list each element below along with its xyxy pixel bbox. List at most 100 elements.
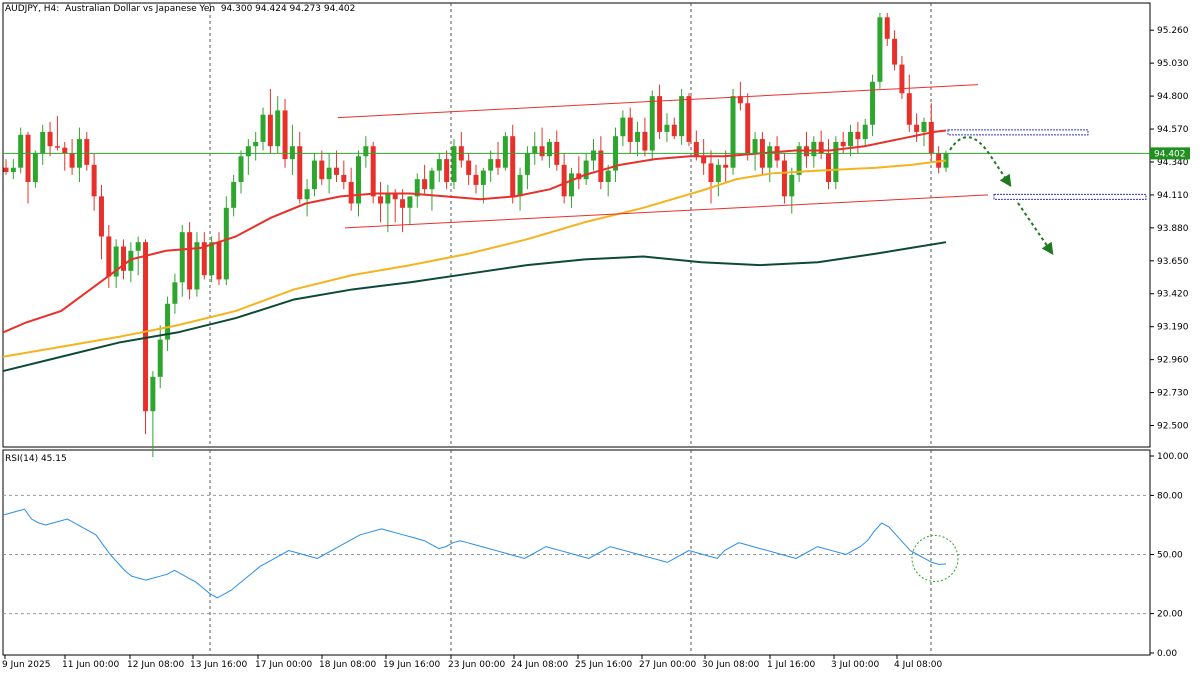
candle-body <box>356 156 361 204</box>
price-tick-label: 93.190 <box>1157 323 1189 333</box>
rsi-header: RSI(14) 45.15 <box>5 454 67 464</box>
rsi-tick-label: 100.00 <box>1157 452 1189 462</box>
candle-body <box>348 182 354 204</box>
candle-body <box>517 174 523 197</box>
candle-body <box>407 196 413 208</box>
candle-body <box>671 124 677 137</box>
candle-body <box>686 96 692 142</box>
candle-body <box>480 170 486 185</box>
candle-body <box>473 174 479 185</box>
candle-body <box>451 146 457 183</box>
candle-body <box>848 131 854 147</box>
candle-body <box>3 167 9 173</box>
x-tick-label: 4 Jul 08:00 <box>894 660 943 670</box>
candle-body <box>150 376 156 412</box>
candle-body <box>870 81 876 125</box>
candle-body <box>422 179 428 190</box>
candle-body <box>914 124 920 132</box>
candle-body <box>664 124 670 132</box>
candle-body <box>209 242 215 276</box>
candle-body <box>187 232 193 290</box>
candle-body <box>245 146 251 157</box>
x-tick-label: 30 Jun 08:00 <box>702 660 759 670</box>
candle-body <box>106 236 112 277</box>
candle-body <box>679 96 685 137</box>
candle-body <box>304 189 310 200</box>
price-tick-label: 93.650 <box>1157 257 1189 267</box>
candle-body <box>47 131 53 147</box>
candle-body <box>906 93 912 125</box>
x-tick-label: 18 Jun 08:00 <box>319 660 376 670</box>
candle-body <box>341 174 347 183</box>
candle-body <box>598 150 604 183</box>
candle-body <box>400 199 406 208</box>
candle-body <box>561 164 567 197</box>
candle-body <box>840 141 846 147</box>
candle-body <box>781 160 787 197</box>
x-tick-label: 12 Jun 08:00 <box>127 660 184 670</box>
candle-body <box>833 141 839 183</box>
candle-body <box>627 117 633 142</box>
candle-body <box>877 17 883 82</box>
candle-body <box>723 164 729 168</box>
candle-body <box>253 141 259 147</box>
x-tick-label: 19 Jun 16:00 <box>383 660 440 670</box>
candle-body <box>855 131 861 140</box>
candle-body <box>98 196 104 237</box>
x-tick-label: 3 Jul 00:00 <box>831 660 880 670</box>
x-tick-label: 17 Jun 00:00 <box>255 660 312 670</box>
candle-body <box>635 131 641 142</box>
candle-body <box>18 134 24 168</box>
candle-body <box>708 163 714 183</box>
price-tick-label: 92.500 <box>1157 422 1189 432</box>
candle-body <box>54 146 60 148</box>
ohlc-label: 94.300 94.424 94.273 94.402 <box>220 4 356 14</box>
candle-body <box>319 160 325 180</box>
candle-body <box>789 174 795 197</box>
rsi-tick-label: 20.00 <box>1157 610 1183 620</box>
candle-body <box>143 242 149 412</box>
price-tick-label: 95.030 <box>1157 59 1189 69</box>
candle-body <box>10 167 16 173</box>
x-tick-label: 24 Jun 08:00 <box>511 660 568 670</box>
symbol-label: AUDJPY, H4: <box>5 4 60 14</box>
candle-body <box>436 159 442 171</box>
candle-body <box>884 17 890 39</box>
x-tick-label: 23 Jun 00:00 <box>448 660 505 670</box>
candle-body <box>510 136 516 197</box>
candle-body <box>172 282 178 304</box>
rsi-tick-label: 0.00 <box>1157 649 1177 659</box>
candle-body <box>260 114 266 142</box>
candle-body <box>620 117 626 137</box>
candle-body <box>84 139 90 165</box>
candle-body <box>275 110 281 147</box>
x-tick-label: 9 Jun 2025 <box>2 660 50 670</box>
candle-body <box>231 182 237 208</box>
candle-body <box>642 131 648 151</box>
candle-body <box>745 103 751 154</box>
rsi-tick-label: 80.00 <box>1157 491 1183 501</box>
candle-body <box>715 164 721 183</box>
candle-body <box>326 167 332 180</box>
current-price-tag: 94.402 <box>1154 149 1186 159</box>
candle-body <box>25 134 31 183</box>
candle-body <box>605 170 611 183</box>
candle-body <box>135 242 141 251</box>
candle-body <box>730 96 736 168</box>
candle-body <box>157 339 163 377</box>
candle-body <box>532 146 538 154</box>
candle-body <box>385 193 391 204</box>
chart-header: AUDJPY, H4: Australian Dollar vs Japanes… <box>5 4 355 14</box>
candle-body <box>583 160 589 180</box>
price-tick-label: 93.880 <box>1157 224 1189 234</box>
description-label: Australian Dollar vs Japanese Yen <box>65 4 216 14</box>
chart-root: 95.260 95.030 94.800 94.570 94.340 94.110 93.8… <box>0 0 1200 675</box>
chart-svg: 95.260 95.030 94.800 94.570 94.340 94.110 93.8… <box>2 2 1190 670</box>
candle-body <box>179 232 185 283</box>
candle-body <box>62 147 68 154</box>
x-tick-label: 11 Jun 00:00 <box>62 660 119 670</box>
candle-body <box>282 110 288 160</box>
candle-body <box>495 159 501 168</box>
candle-body <box>297 146 303 200</box>
price-tick-label: 94.570 <box>1157 125 1189 135</box>
